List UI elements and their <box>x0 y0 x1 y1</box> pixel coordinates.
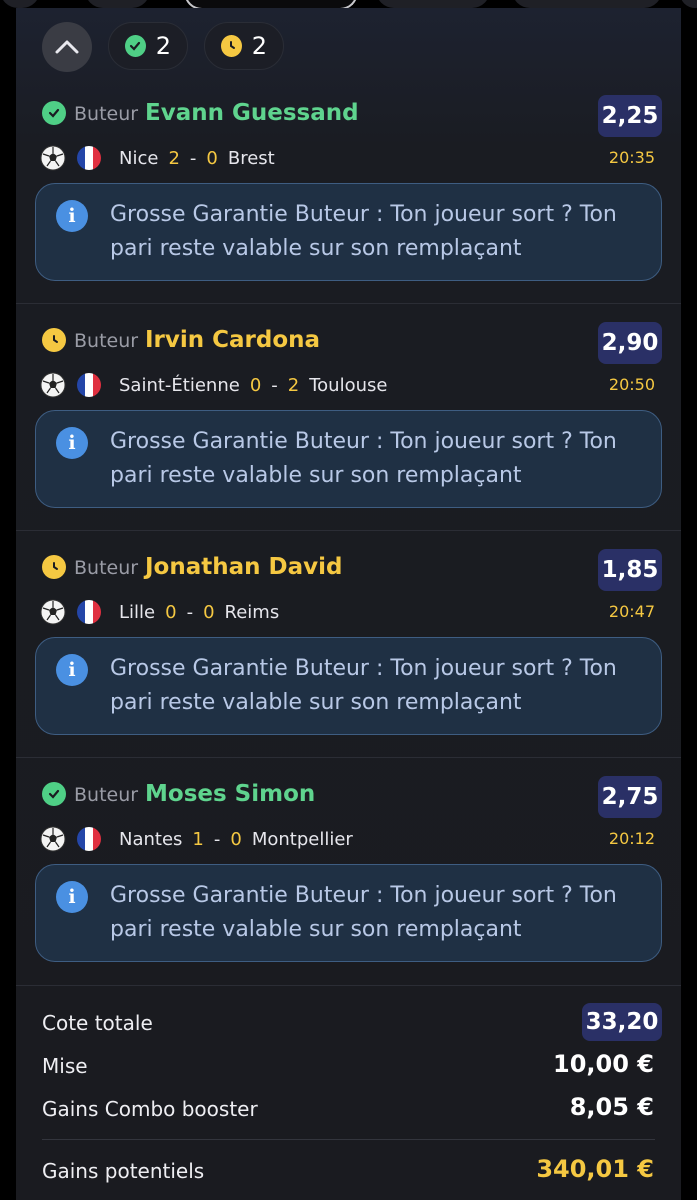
guarantee-info-text: Grosse Garantie Buteur : Ton joueur sort… <box>110 883 617 942</box>
booster-value: 8,05 € <box>569 1093 654 1121</box>
away-score: 0 <box>203 602 215 623</box>
clock-icon <box>221 35 242 57</box>
guarantee-info-box: i Grosse Garantie Buteur : Ton joueur so… <box>35 183 662 281</box>
away-score: 0 <box>206 148 218 169</box>
player-name[interactable]: Moses Simon <box>145 781 315 807</box>
france-flag-icon <box>77 600 101 624</box>
home-score: 2 <box>168 148 180 169</box>
selection-odds: 2,25 <box>598 95 662 137</box>
won-count-pill[interactable]: 2 <box>108 22 188 70</box>
match-line[interactable]: Nice 2 - 0 Brest <box>119 148 275 169</box>
divider <box>16 757 681 758</box>
home-team: Saint-Étienne <box>119 375 240 396</box>
away-team: Reims <box>224 602 280 623</box>
tab-stub[interactable] <box>680 0 697 8</box>
bet-type: Buteur <box>74 103 139 125</box>
home-team: Lille <box>119 602 156 623</box>
player-name[interactable]: Jonathan David <box>145 554 342 580</box>
guarantee-info-text: Grosse Garantie Buteur : Ton joueur sort… <box>110 202 617 261</box>
soccer-ball-icon <box>40 826 66 852</box>
selection-odds: 2,75 <box>598 776 662 818</box>
divider <box>16 530 681 531</box>
tab-stub[interactable] <box>512 0 662 8</box>
score-separator: - <box>186 602 194 623</box>
away-team: Toulouse <box>309 375 388 396</box>
france-flag-icon <box>77 373 101 397</box>
match-line[interactable]: Nantes 1 - 0 Montpellier <box>119 829 353 850</box>
divider <box>16 303 681 304</box>
divider <box>16 985 681 986</box>
score-separator: - <box>189 148 197 169</box>
tab-stub[interactable] <box>376 0 490 8</box>
guarantee-info-box: i Grosse Garantie Buteur : Ton joueur so… <box>35 410 662 508</box>
collapse-button[interactable] <box>42 22 92 72</box>
soccer-ball-icon <box>40 599 66 625</box>
match-time: 20:50 <box>608 375 655 394</box>
match-time: 20:35 <box>608 148 655 167</box>
away-score: 2 <box>287 375 300 396</box>
stake-value: 10,00 € <box>553 1050 654 1078</box>
home-team: Nice <box>119 148 159 169</box>
selection-odds: 2,90 <box>598 322 662 364</box>
bet-type: Buteur <box>74 330 139 352</box>
home-team: Nantes <box>119 829 183 850</box>
guarantee-info-text: Grosse Garantie Buteur : Ton joueur sort… <box>110 429 617 488</box>
pending-count: 2 <box>251 32 267 60</box>
match-time: 20:12 <box>608 829 655 848</box>
guarantee-info-text: Grosse Garantie Buteur : Ton joueur sort… <box>110 656 617 715</box>
potential-gains-label: Gains potentiels <box>42 1159 205 1183</box>
check-circle-icon <box>42 782 66 806</box>
booster-label: Gains Combo booster <box>42 1097 258 1121</box>
home-score: 0 <box>249 375 262 396</box>
check-circle-icon <box>125 35 146 57</box>
info-icon: i <box>56 881 88 913</box>
match-time: 20:47 <box>608 602 655 621</box>
soccer-ball-icon <box>40 372 66 398</box>
tab-stub[interactable] <box>85 0 150 8</box>
chevron-up-icon <box>55 40 79 54</box>
match-line[interactable]: Saint-Étienne 0 - 2 Toulouse <box>119 375 387 396</box>
info-icon: i <box>56 427 88 459</box>
total-odds-label: Cote totale <box>42 1011 153 1035</box>
check-circle-icon <box>42 101 66 125</box>
guarantee-info-box: i Grosse Garantie Buteur : Ton joueur so… <box>35 864 662 962</box>
match-line[interactable]: Lille 0 - 0 Reims <box>119 602 279 623</box>
clock-icon <box>42 555 66 579</box>
info-icon: i <box>56 200 88 232</box>
soccer-ball-icon <box>40 145 66 171</box>
away-team: Brest <box>227 148 275 169</box>
bet-type: Buteur <box>74 557 139 579</box>
france-flag-icon <box>77 827 101 851</box>
guarantee-info-box: i Grosse Garantie Buteur : Ton joueur so… <box>35 637 662 735</box>
away-team: Montpellier <box>251 829 353 850</box>
away-score: 0 <box>230 829 242 850</box>
won-count: 2 <box>155 32 171 60</box>
selection-odds: 1,85 <box>598 549 662 591</box>
home-score: 1 <box>192 829 204 850</box>
clock-icon <box>42 328 66 352</box>
player-name[interactable]: Evann Guessand <box>145 100 359 126</box>
score-separator: - <box>213 829 221 850</box>
total-odds-value: 33,20 <box>582 1003 662 1041</box>
bet-type: Buteur <box>74 784 139 806</box>
france-flag-icon <box>77 146 101 170</box>
player-name[interactable]: Irvin Cardona <box>145 327 320 353</box>
pending-count-pill[interactable]: 2 <box>204 22 284 70</box>
stake-label: Mise <box>42 1054 88 1078</box>
score-separator: - <box>271 375 278 396</box>
potential-gains-value: 340,01 € <box>536 1155 654 1183</box>
divider <box>42 1139 655 1140</box>
tab-stub[interactable] <box>0 0 40 8</box>
home-score: 0 <box>165 602 177 623</box>
info-icon: i <box>56 654 88 686</box>
